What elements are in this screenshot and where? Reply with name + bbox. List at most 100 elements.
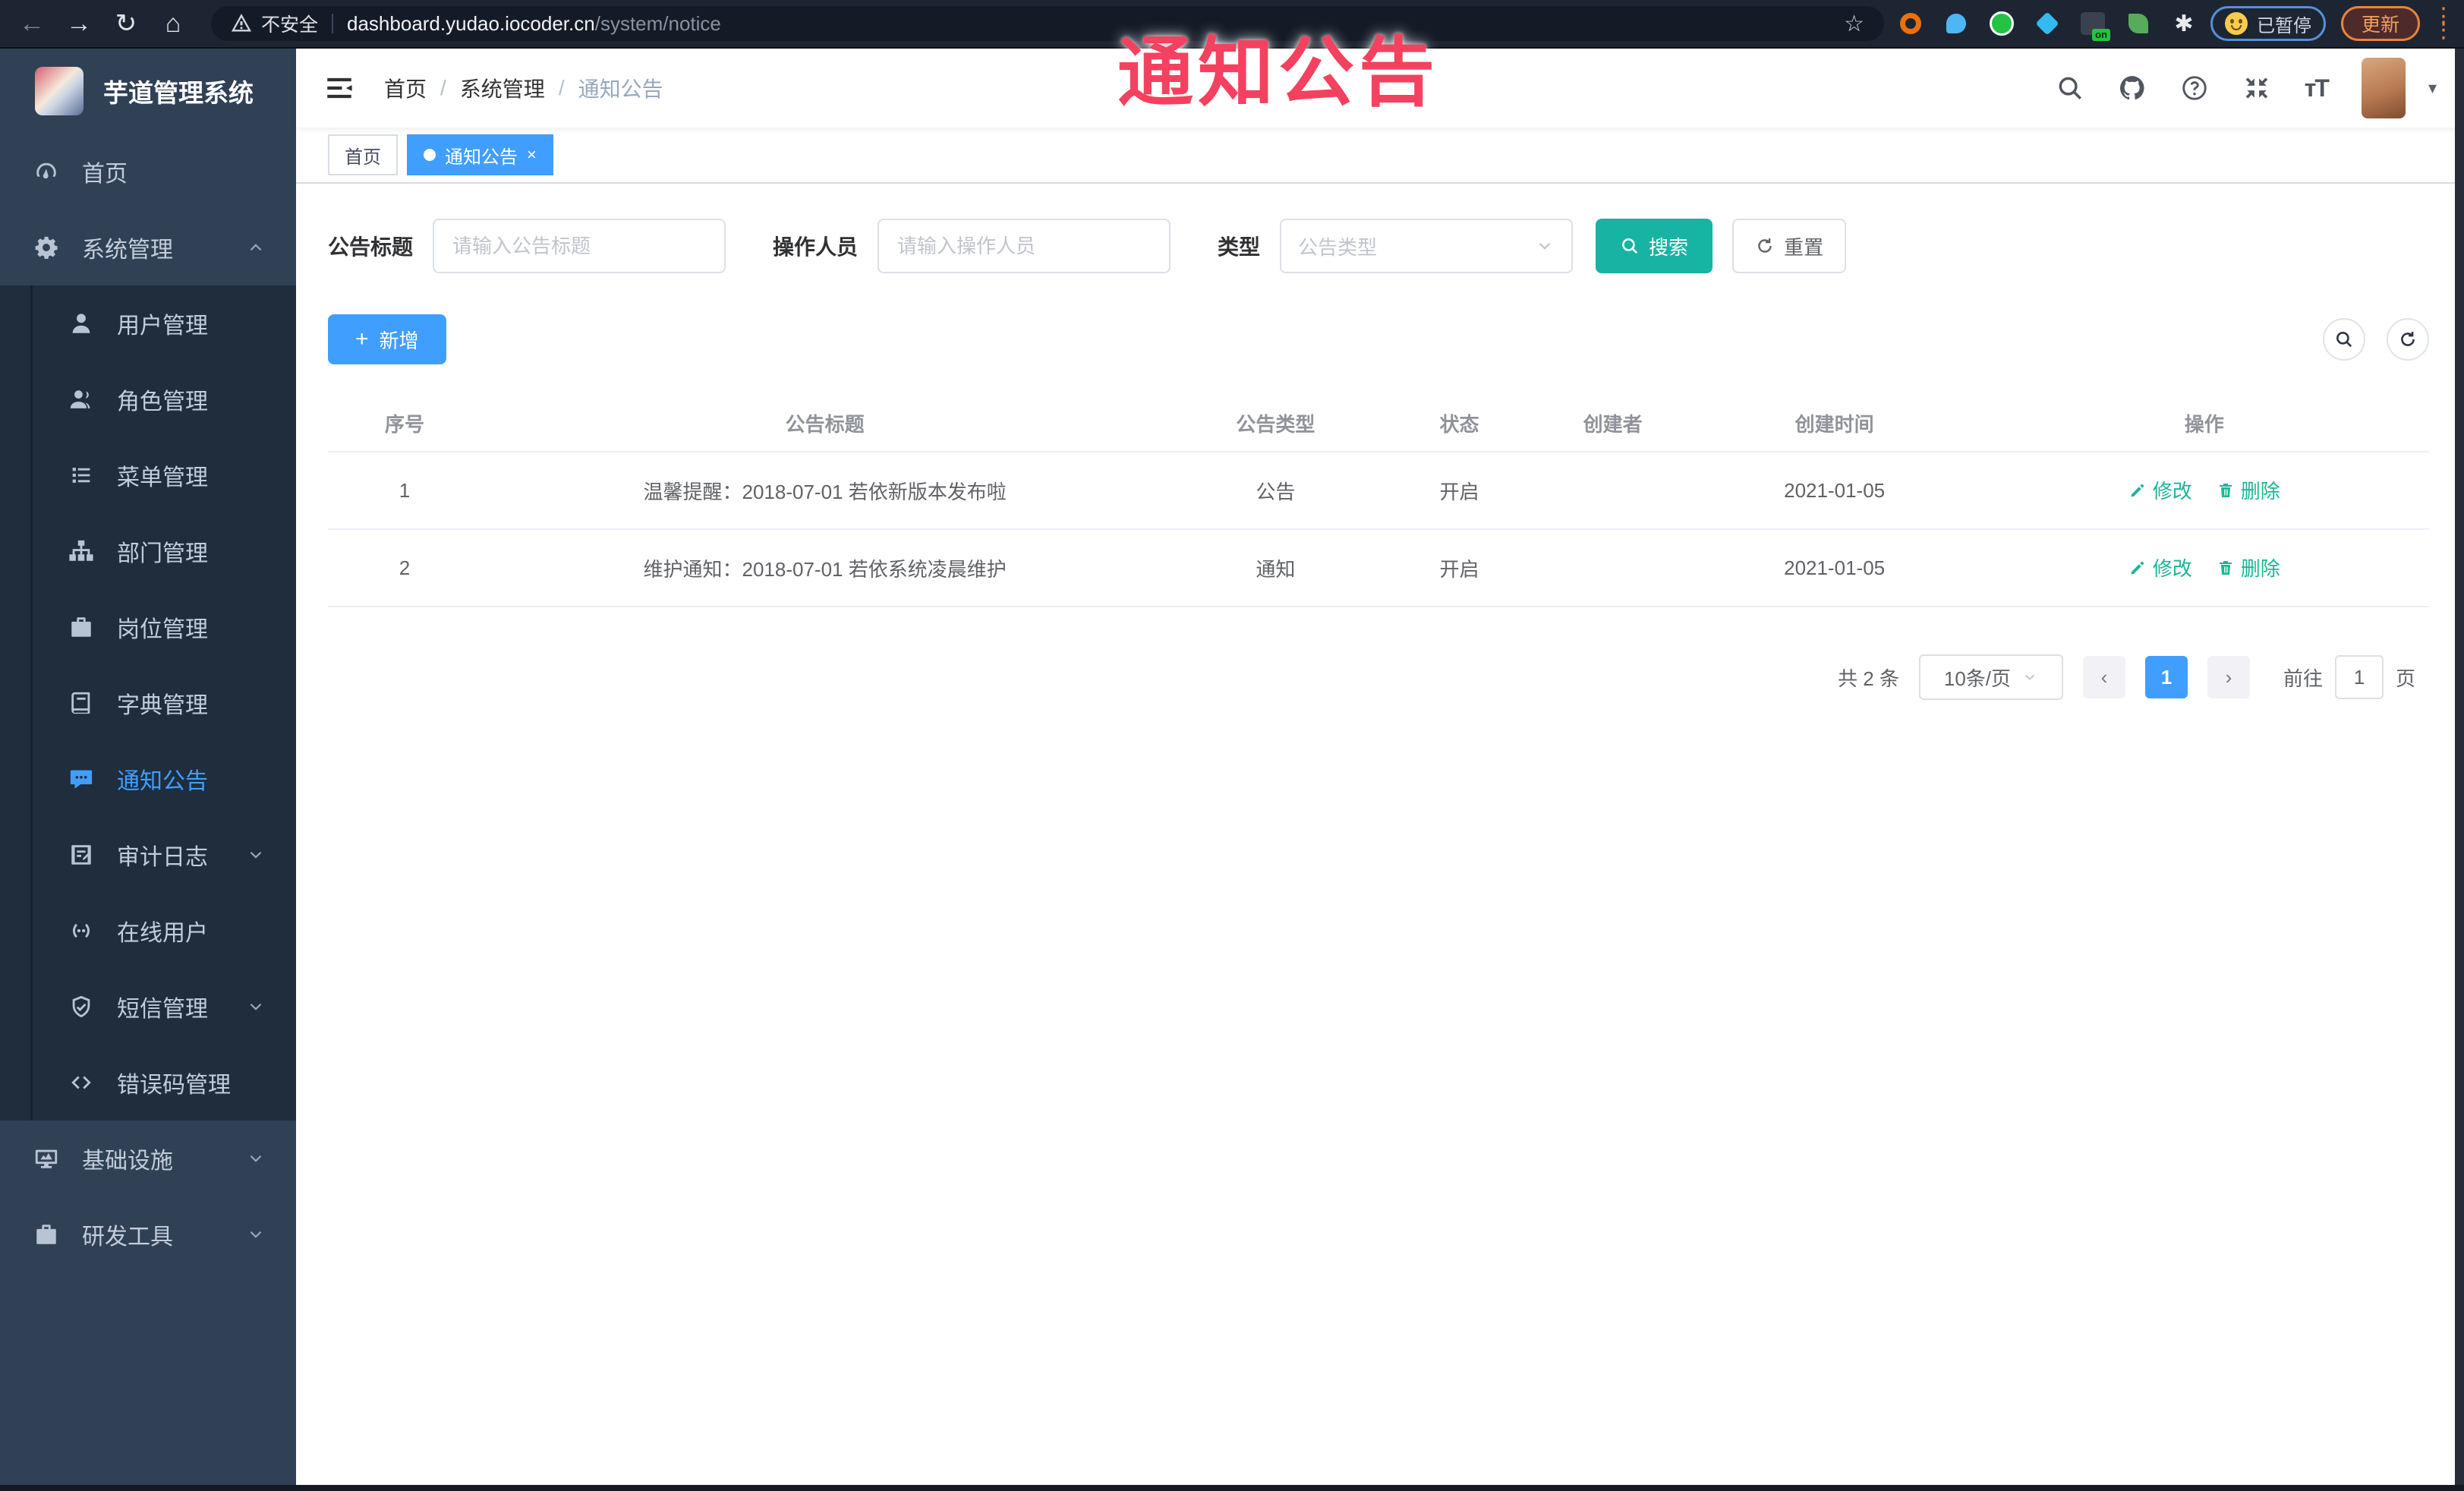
tab-首页[interactable]: 首页× — [328, 134, 398, 175]
page-size-select[interactable]: 10条/页 — [1918, 654, 2063, 700]
forward-icon[interactable]: → — [64, 8, 94, 39]
not-secure-label[interactable]: 不安全 — [261, 10, 318, 37]
add-button[interactable]: + 新增 — [328, 314, 446, 364]
breadcrumb-item[interactable]: 系统管理 — [460, 73, 545, 103]
sidebar-item-role[interactable]: 角色管理 — [0, 361, 296, 437]
role-icon — [68, 386, 94, 412]
home-icon[interactable]: ⌂ — [158, 8, 188, 39]
next-page-button[interactable]: › — [2207, 656, 2250, 698]
gear-icon — [33, 235, 59, 260]
reset-button[interactable]: 重置 — [1732, 219, 1847, 273]
back-icon[interactable]: ← — [17, 8, 47, 39]
delete-button[interactable]: 删除 — [2217, 476, 2280, 504]
github-icon[interactable] — [2118, 74, 2147, 102]
extension-green-icon[interactable] — [1989, 11, 2015, 36]
sidebar-item-user[interactable]: 用户管理 — [0, 285, 296, 361]
extension-gem-icon[interactable] — [2034, 11, 2060, 36]
sidebar-item-notice[interactable]: 通知公告 — [0, 741, 296, 817]
code-icon — [68, 1070, 94, 1095]
column-header: 操作 — [2184, 412, 2224, 436]
operator-filter-input[interactable] — [878, 219, 1171, 273]
hamburger-icon[interactable] — [323, 72, 355, 104]
active-tab-dot — [424, 149, 436, 161]
table-body: 1 温馨提醒：2018-07-01 若依新版本发布啦 公告 开启 2021-01-05 修… — [328, 452, 2429, 607]
not-secure-warning-icon — [231, 13, 252, 34]
extension-orange-icon[interactable] — [1898, 11, 1924, 36]
fullscreen-icon[interactable] — [2242, 74, 2271, 102]
row-actions: 修改 删除 — [1980, 476, 2429, 505]
avatar-caret-icon[interactable]: ▾ — [2428, 78, 2437, 98]
table-cell: 维护通知：2018-07-01 若依系统凌晨维护 — [643, 557, 1007, 581]
refresh-table-button[interactable] — [2387, 318, 2429, 361]
sidebar-item-label: 研发工具 — [82, 1225, 173, 1250]
extensions-puzzle-icon[interactable]: ✱ — [2171, 11, 2197, 36]
plus-icon: + — [355, 326, 369, 351]
goto-label: 前往 — [2283, 667, 2323, 690]
sidebar-item-post[interactable]: 岗位管理 — [0, 589, 296, 665]
search-button[interactable]: 搜索 — [1596, 219, 1713, 273]
type-filter-label: 类型 — [1218, 235, 1261, 259]
operator-filter-label: 操作人员 — [773, 235, 859, 259]
sidebar-item-error-code[interactable]: 错误码管理 — [0, 1045, 296, 1121]
sidebar-item-label: 审计日志 — [117, 845, 208, 870]
audit-icon — [68, 842, 94, 868]
tab-通知公告[interactable]: 通知公告 × — [407, 134, 553, 175]
user-avatar[interactable] — [2361, 58, 2406, 118]
font-size-icon[interactable]: тT — [2305, 74, 2330, 102]
extension-switch-icon[interactable]: on — [2080, 11, 2110, 41]
type-filter-select[interactable]: 公告类型 — [1280, 219, 1574, 273]
sidebar-item-dept[interactable]: 部门管理 — [0, 513, 296, 589]
notice-icon — [68, 766, 94, 792]
column-header: 创建时间 — [1794, 412, 1874, 436]
close-tab-icon[interactable]: × — [527, 145, 537, 165]
browser-update-button[interactable]: 更新 — [2340, 6, 2420, 41]
sidebar-header[interactable]: 芋道管理系统 — [0, 49, 296, 134]
profile-paused-badge[interactable]: 已暂停 — [2210, 6, 2326, 41]
navbar-actions: тT ▾ — [2056, 58, 2437, 118]
sidebar-item-label: 短信管理 — [117, 997, 208, 1022]
sidebar-item-online-user[interactable]: 在线用户 — [0, 893, 296, 969]
sidebar-item-system[interactable]: 系统管理 — [0, 210, 296, 285]
edit-button[interactable]: 修改 — [2128, 476, 2192, 504]
sidebar-item-dev-tools[interactable]: 研发工具 — [0, 1196, 296, 1272]
trash-icon — [2217, 559, 2235, 577]
prev-page-button[interactable]: ‹ — [2082, 656, 2125, 698]
extension-leaf-icon[interactable] — [2125, 11, 2151, 36]
window-bottom-edge — [0, 1485, 2464, 1491]
sidebar-item-home[interactable]: 首页 — [0, 134, 296, 210]
sidebar-item-label: 字典管理 — [117, 693, 208, 718]
omnibox-divider — [332, 14, 334, 33]
goto-page-input[interactable] — [2334, 655, 2384, 699]
url-host[interactable]: dashboard.yudao.iocoder.cn — [347, 12, 595, 36]
edit-button[interactable]: 修改 — [2128, 553, 2192, 582]
delete-button[interactable]: 删除 — [2217, 553, 2280, 582]
system-submenu: 用户管理角色管理 菜单管理 部门管理岗位管理字典管理通知公告审计日志在线用户短信管理… — [0, 285, 296, 1121]
sidebar-item-sms[interactable]: 短信管理 — [0, 969, 296, 1045]
sidebar-item-audit-log[interactable]: 审计日志 — [0, 817, 296, 893]
toggle-search-button[interactable] — [2323, 318, 2365, 361]
address-bar[interactable]: 不安全 dashboard.yudao.iocoder.cn /system/n… — [211, 6, 1884, 41]
column-header: 序号 — [385, 412, 425, 436]
sidebar-item-infra[interactable]: 基础设施 — [0, 1121, 296, 1196]
tab-label: 通知公告 — [445, 147, 518, 168]
sidebar-item-menu[interactable]: 菜单管理 — [0, 437, 296, 513]
bookmark-star-icon[interactable]: ☆ — [1844, 11, 1864, 37]
breadcrumb-item[interactable]: 首页 — [384, 73, 427, 103]
url-path[interactable]: /system/notice — [595, 12, 721, 36]
search-icon[interactable] — [2056, 74, 2084, 102]
table-cell: 开启 — [1439, 557, 1479, 581]
reload-icon[interactable]: ↻ — [111, 8, 141, 39]
sidebar-item-dict[interactable]: 字典管理 — [0, 665, 296, 741]
sidebar-item-label: 用户管理 — [117, 314, 208, 339]
chevron-down-icon — [246, 845, 266, 865]
sidebar-item-label: 岗位管理 — [117, 617, 208, 642]
extension-drop-icon[interactable] — [1943, 11, 1969, 36]
current-page-button[interactable]: 1 — [2144, 656, 2188, 698]
pencil-icon — [2128, 559, 2147, 577]
sidebar-item-label: 系统管理 — [82, 238, 173, 263]
magnifier-icon — [2334, 329, 2354, 349]
help-icon[interactable] — [2180, 74, 2209, 102]
browser-menu-icon[interactable]: ⋮ ⋮ — [2432, 5, 2455, 42]
table-cell: 温馨提醒：2018-07-01 若依新版本发布啦 — [643, 480, 1007, 503]
title-filter-input[interactable] — [433, 219, 726, 273]
